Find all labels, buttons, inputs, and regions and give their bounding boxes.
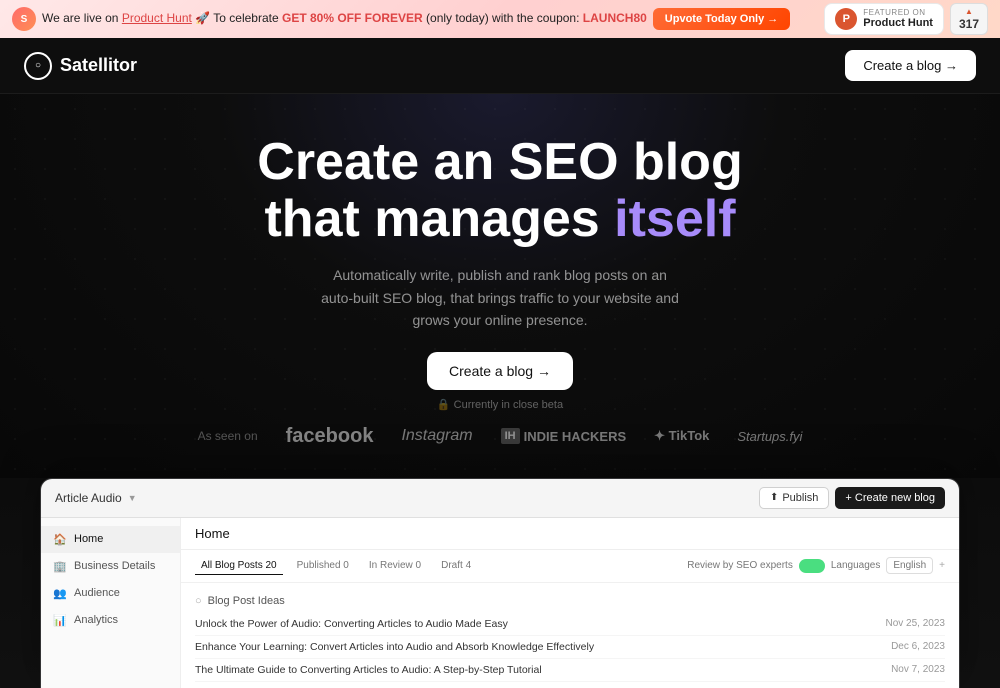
hero-cta-label: Create a blog → (449, 363, 551, 379)
create-new-label: + Create new blog (845, 492, 935, 504)
post-title-2: The Ultimate Guide to Converting Article… (195, 664, 542, 676)
home-icon: 🏠 (53, 533, 67, 546)
post-title-0: Unlock the Power of Audio: Converting Ar… (195, 618, 508, 630)
sidebar-home-label: Home (74, 533, 103, 545)
table-row[interactable]: Enhance Your Learning: Convert Articles … (195, 636, 945, 659)
publish-label: Publish (782, 492, 818, 504)
hero-line2-normal: that manages (264, 190, 614, 248)
lang-label: Languages (831, 560, 881, 571)
brand-startups: Startups.fyi (737, 429, 802, 444)
dash-body: 🏠 Home 🏢 Business Details 👥 Audience 📊 A… (41, 518, 959, 688)
filter-all[interactable]: All Blog Posts 20 (195, 557, 283, 575)
top-banner: S We are live on Product Hunt 🚀 To celeb… (0, 0, 1000, 38)
logo-text: Satellitor (60, 55, 137, 76)
banner-right: P FEATURED ON Product Hunt ▲ 317 (824, 3, 988, 36)
audience-icon: 👥 (53, 587, 67, 600)
dashboard-card: Article Audio ▼ ⬆ Publish + Create new b… (40, 478, 960, 688)
filter-in-review[interactable]: In Review 0 (363, 557, 427, 574)
banner-main-text: We are live on (42, 11, 122, 25)
banner-coupon: LAUNCH80 (583, 11, 647, 25)
hero-line2-em: itself (614, 190, 735, 248)
brand-indiehackers: IH INDIE HACKERS (501, 428, 627, 444)
dash-filters: All Blog Posts 20 Published 0 In Review … (181, 550, 959, 583)
as-seen-label: As seen on (198, 429, 258, 443)
sidebar-audience-label: Audience (74, 587, 120, 599)
dash-main-title: Home (195, 526, 230, 541)
ph-count-number: 317 (959, 17, 979, 31)
dash-table: ○ Blog Post Ideas Unlock the Power of Au… (181, 583, 959, 688)
logo-icon: ○ (24, 52, 52, 80)
ph-badge: P FEATURED ON Product Hunt (824, 3, 944, 36)
banner-left: S We are live on Product Hunt 🚀 To celeb… (12, 7, 812, 31)
seo-toggle-label: Review by SEO experts (687, 560, 793, 571)
ph-link[interactable]: Product Hunt (122, 11, 192, 25)
post-date-2: Nov 7, 2023 (891, 664, 945, 675)
filter-published[interactable]: Published 0 (291, 557, 355, 574)
blog-section-header: ○ Blog Post Ideas (195, 589, 945, 613)
ph-count-badge: ▲ 317 (950, 3, 988, 35)
post-title-1: Enhance Your Learning: Convert Articles … (195, 641, 594, 653)
seo-toggle-switch[interactable] (799, 559, 825, 573)
dash-title-text: Article Audio (55, 491, 122, 505)
dash-main-header: Home (181, 518, 959, 550)
sidebar-item-home[interactable]: 🏠 Home (41, 526, 180, 553)
sidebar-item-analytics[interactable]: 📊 Analytics (41, 607, 180, 634)
ph-name-text: Product Hunt (863, 17, 933, 30)
dashboard-preview: Article Audio ▼ ⬆ Publish + Create new b… (0, 478, 1000, 688)
lang-dropdown[interactable]: English (886, 557, 933, 574)
create-new-blog-button[interactable]: + Create new blog (835, 487, 945, 509)
beta-note: 🔒 Currently in close beta (20, 398, 980, 411)
brand-instagram: Instagram (401, 427, 472, 445)
hero-line1: Create an SEO blog (257, 133, 742, 191)
sidebar-item-business[interactable]: 🏢 Business Details (41, 553, 180, 580)
upvote-label: Upvote Today Only → (665, 13, 778, 25)
dash-main: Home All Blog Posts 20 Published 0 In Re… (181, 518, 959, 688)
ih-box-icon: IH (501, 428, 520, 444)
hero-heading: Create an SEO blog that manages itself (20, 134, 980, 248)
nav-cta-button[interactable]: Create a blog → (845, 50, 976, 81)
lang-plus-icon[interactable]: + (939, 560, 945, 571)
sidebar-item-audience[interactable]: 👥 Audience (41, 580, 180, 607)
publish-icon: ⬆ (770, 492, 778, 503)
ph-arrow-icon: ▲ (965, 7, 973, 17)
hero-cta-button[interactable]: Create a blog → (427, 352, 573, 390)
post-date-0: Nov 25, 2023 (886, 618, 946, 629)
banner-discount: GET 80% OFF FOREVER (282, 11, 423, 25)
filter-toggle-group: Review by SEO experts Languages English … (687, 557, 945, 574)
brand-facebook: facebook (286, 425, 374, 448)
analytics-icon: 📊 (53, 614, 67, 627)
filter-draft[interactable]: Draft 4 (435, 557, 477, 574)
ph-featured-text: FEATURED ON (863, 8, 933, 18)
blog-section-title: Blog Post Ideas (208, 595, 285, 607)
post-date-1: Dec 6, 2023 (891, 641, 945, 652)
ph-badge-text: FEATURED ON Product Hunt (863, 8, 933, 31)
business-icon: 🏢 (53, 560, 67, 573)
sidebar-analytics-label: Analytics (74, 614, 118, 626)
table-row[interactable]: The Ultimate Guide to Converting Article… (195, 659, 945, 682)
navbar: ○ Satellitor Create a blog → (0, 38, 1000, 94)
dash-header-actions: ⬆ Publish + Create new blog (759, 487, 945, 509)
hero-section: Create an SEO blog that manages itself A… (0, 94, 1000, 478)
banner-avatar: S (12, 7, 36, 31)
hero-subtitle: Automatically write, publish and rank bl… (320, 264, 680, 331)
dash-header: Article Audio ▼ ⬆ Publish + Create new b… (41, 479, 959, 518)
logo: ○ Satellitor (24, 52, 137, 80)
banner-text: We are live on Product Hunt 🚀 To celebra… (42, 11, 647, 27)
brand-tiktok: ✦ TikTok (654, 428, 709, 444)
table-row[interactable]: Unlock the Power of Audio: Converting Ar… (195, 613, 945, 636)
banner-celebrate: 🚀 To celebrate (192, 11, 282, 25)
blog-section-radio: ○ (195, 595, 202, 607)
sidebar-business-label: Business Details (74, 560, 155, 572)
as-seen-row: As seen on facebook Instagram IH INDIE H… (20, 411, 980, 458)
nav-cta-label: Create a blog → (863, 58, 958, 73)
dash-dropdown-icon: ▼ (128, 493, 137, 503)
publish-button[interactable]: ⬆ Publish (759, 487, 829, 509)
dash-header-title: Article Audio ▼ (55, 491, 137, 505)
dash-sidebar: 🏠 Home 🏢 Business Details 👥 Audience 📊 A… (41, 518, 181, 688)
banner-discount-note: (only today) with the coupon: (423, 11, 583, 25)
ph-logo-icon: P (835, 8, 857, 30)
upvote-button[interactable]: Upvote Today Only → (653, 8, 790, 30)
